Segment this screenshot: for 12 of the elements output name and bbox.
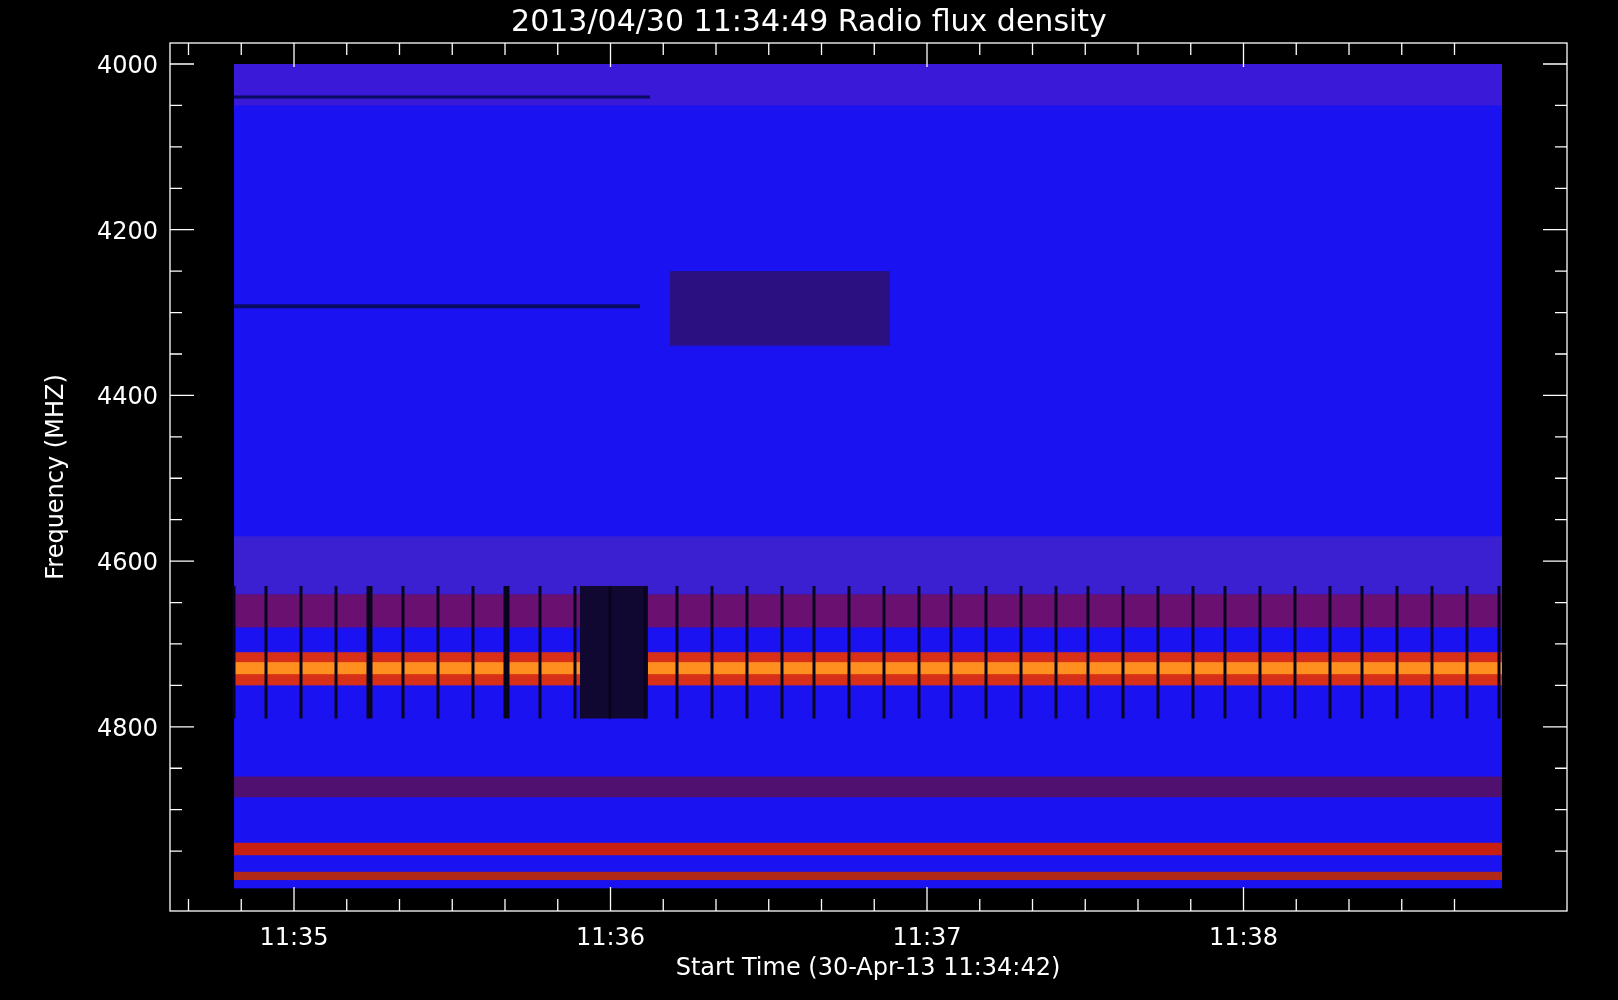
tick-label: 11:37 [892, 923, 962, 951]
tick-label: 4200 [96, 216, 158, 245]
tick-label: 4000 [96, 51, 158, 79]
axis-title: Start Time (30-Apr-13 11:34:42) [675, 953, 1061, 981]
tick-label: 4800 [96, 713, 158, 742]
chart-title: 2013/04/30 11:34:49 Radio flux density [511, 3, 1107, 38]
tick-label: 4400 [96, 382, 158, 411]
tick-label: 11:36 [575, 923, 646, 951]
tick-label: 11:38 [1208, 923, 1279, 951]
axis-title: Frequency (MHZ) [41, 374, 69, 580]
tick-label: 4600 [96, 548, 158, 577]
tick-label: 11:35 [259, 923, 329, 951]
